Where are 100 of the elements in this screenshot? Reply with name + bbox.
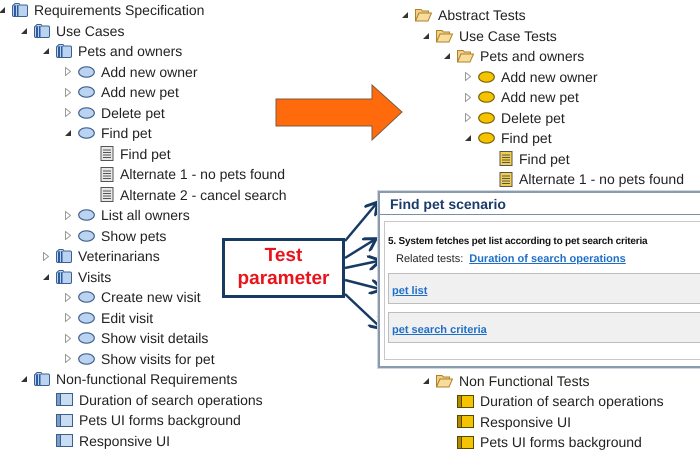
expand-toggle[interactable]: [402, 12, 408, 18]
ellipse-icon: [78, 230, 95, 242]
expand-toggle[interactable]: [0, 7, 5, 14]
expand-toggle[interactable]: [65, 292, 71, 302]
tree-item[interactable]: Alternate 1 - no pets found: [120, 166, 285, 182]
requirement-icon: [56, 393, 73, 406]
requirement-icon: [56, 414, 73, 427]
requirement-icon: [56, 434, 73, 448]
ellipse-icon: [78, 209, 95, 222]
document-icon: [499, 151, 513, 166]
tree-item[interactable]: Use Case Tests: [459, 28, 557, 44]
expand-toggle[interactable]: [65, 67, 71, 76]
expand-toggle[interactable]: [465, 72, 471, 82]
tree-item[interactable]: Responsive UI: [79, 432, 170, 449]
scenario-step: 5. System fetches pet list according to pet search criteria: [388, 236, 700, 247]
tree-item[interactable]: Duration of search operations: [79, 392, 263, 408]
tree-item[interactable]: Add new owner: [501, 68, 598, 85]
ellipse-icon: [478, 112, 495, 124]
expand-toggle[interactable]: [465, 135, 471, 142]
tree-item[interactable]: Non-functional Requirements: [56, 371, 238, 388]
expand-toggle[interactable]: [43, 48, 49, 54]
expand-toggle[interactable]: [444, 53, 450, 60]
tree-item[interactable]: Add new pet: [101, 84, 179, 100]
package-icon: [34, 372, 50, 386]
tree-item[interactable]: Abstract Tests: [438, 7, 526, 24]
expand-toggle[interactable]: [65, 108, 71, 118]
tree-item[interactable]: Pets and owners: [480, 48, 584, 64]
panel-title: Find pet scenario: [380, 193, 700, 215]
ellipse-icon: [78, 352, 95, 365]
expand-toggle[interactable]: [65, 313, 71, 322]
folder-icon: [457, 49, 474, 64]
tree-item[interactable]: Add new pet: [501, 89, 579, 106]
tree-item[interactable]: Pets and owners: [78, 43, 182, 60]
tree-item[interactable]: List all owners: [101, 207, 190, 224]
tree-item[interactable]: Non Functional Tests: [459, 372, 590, 389]
tree-item[interactable]: Show visit details: [101, 330, 208, 346]
related-test-link[interactable]: Duration of search operations: [469, 253, 626, 265]
expand-toggle[interactable]: [43, 252, 49, 261]
ellipse-icon: [78, 312, 95, 324]
requirement-icon: [457, 394, 474, 408]
requirement-icon: [457, 436, 474, 449]
tree-item[interactable]: Delete pet: [501, 110, 565, 126]
expand-toggle[interactable]: [423, 32, 429, 39]
package-icon: [34, 24, 50, 38]
tree-item[interactable]: Find pet: [120, 146, 171, 162]
expand-toggle[interactable]: [465, 113, 471, 122]
expand-toggle[interactable]: [65, 210, 71, 220]
tree-item[interactable]: Requirements Specification: [34, 2, 204, 18]
document-icon: [499, 172, 513, 187]
ellipse-icon: [78, 66, 95, 78]
ellipse-icon: [78, 106, 95, 119]
expand-toggle[interactable]: [65, 130, 71, 136]
package-icon: [56, 270, 72, 284]
expand-toggle[interactable]: [21, 376, 27, 382]
tree-item[interactable]: Alternate 1 - no pets found: [519, 171, 684, 188]
callout-text: Test parameter: [236, 245, 330, 291]
tree-item[interactable]: Duration of search operations: [480, 393, 664, 410]
tree-item[interactable]: Find pet: [501, 130, 552, 146]
package-icon: [12, 3, 28, 18]
tree-item[interactable]: Edit visit: [101, 310, 154, 326]
folder-icon: [415, 8, 432, 22]
expand-toggle[interactable]: [65, 231, 71, 240]
tree-item[interactable]: Find pet: [519, 150, 570, 167]
expand-toggle[interactable]: [423, 378, 429, 384]
expand-toggle[interactable]: [43, 274, 49, 280]
ellipse-icon: [78, 332, 95, 344]
expand-toggle[interactable]: [465, 92, 471, 102]
package-icon: [56, 249, 72, 264]
requirement-icon: [457, 415, 474, 428]
parameter-link[interactable]: pet list: [392, 285, 428, 297]
tree-item[interactable]: Pets UI forms background: [480, 434, 642, 450]
tree-item[interactable]: Create new visit: [101, 289, 201, 306]
folder-icon: [436, 374, 453, 388]
tree-item[interactable]: Delete pet: [101, 104, 165, 121]
tree-item[interactable]: Pets UI forms background: [79, 412, 241, 428]
expand-toggle[interactable]: [65, 354, 71, 364]
ellipse-icon: [478, 70, 495, 83]
document-icon: [100, 187, 114, 202]
ellipse-icon: [478, 91, 495, 104]
expand-toggle[interactable]: [65, 334, 71, 343]
tree-item[interactable]: Alternate 2 - cancel search: [120, 186, 287, 203]
tree-item[interactable]: Veterinarians: [78, 248, 160, 264]
package-icon: [56, 44, 72, 58]
folder-icon: [436, 28, 453, 43]
tree-item[interactable]: Find pet: [101, 125, 152, 142]
related-label: Related tests:: [396, 253, 464, 265]
tree-item[interactable]: Responsive UI: [480, 414, 572, 430]
ellipse-icon: [78, 127, 95, 140]
tree-item[interactable]: Show visits for pet: [101, 350, 215, 367]
ellipse-icon: [478, 132, 495, 144]
expand-toggle[interactable]: [21, 28, 27, 34]
tree-item[interactable]: Use Cases: [56, 22, 124, 39]
expand-toggle[interactable]: [65, 88, 71, 97]
tree-item[interactable]: Show pets: [101, 228, 166, 244]
document-icon: [100, 146, 114, 162]
tree-item[interactable]: Visits: [78, 268, 112, 285]
document-icon: [100, 166, 114, 182]
ellipse-icon: [78, 291, 95, 304]
tree-item[interactable]: Add new owner: [101, 64, 198, 80]
parameter-link[interactable]: pet search criteria: [392, 324, 487, 336]
